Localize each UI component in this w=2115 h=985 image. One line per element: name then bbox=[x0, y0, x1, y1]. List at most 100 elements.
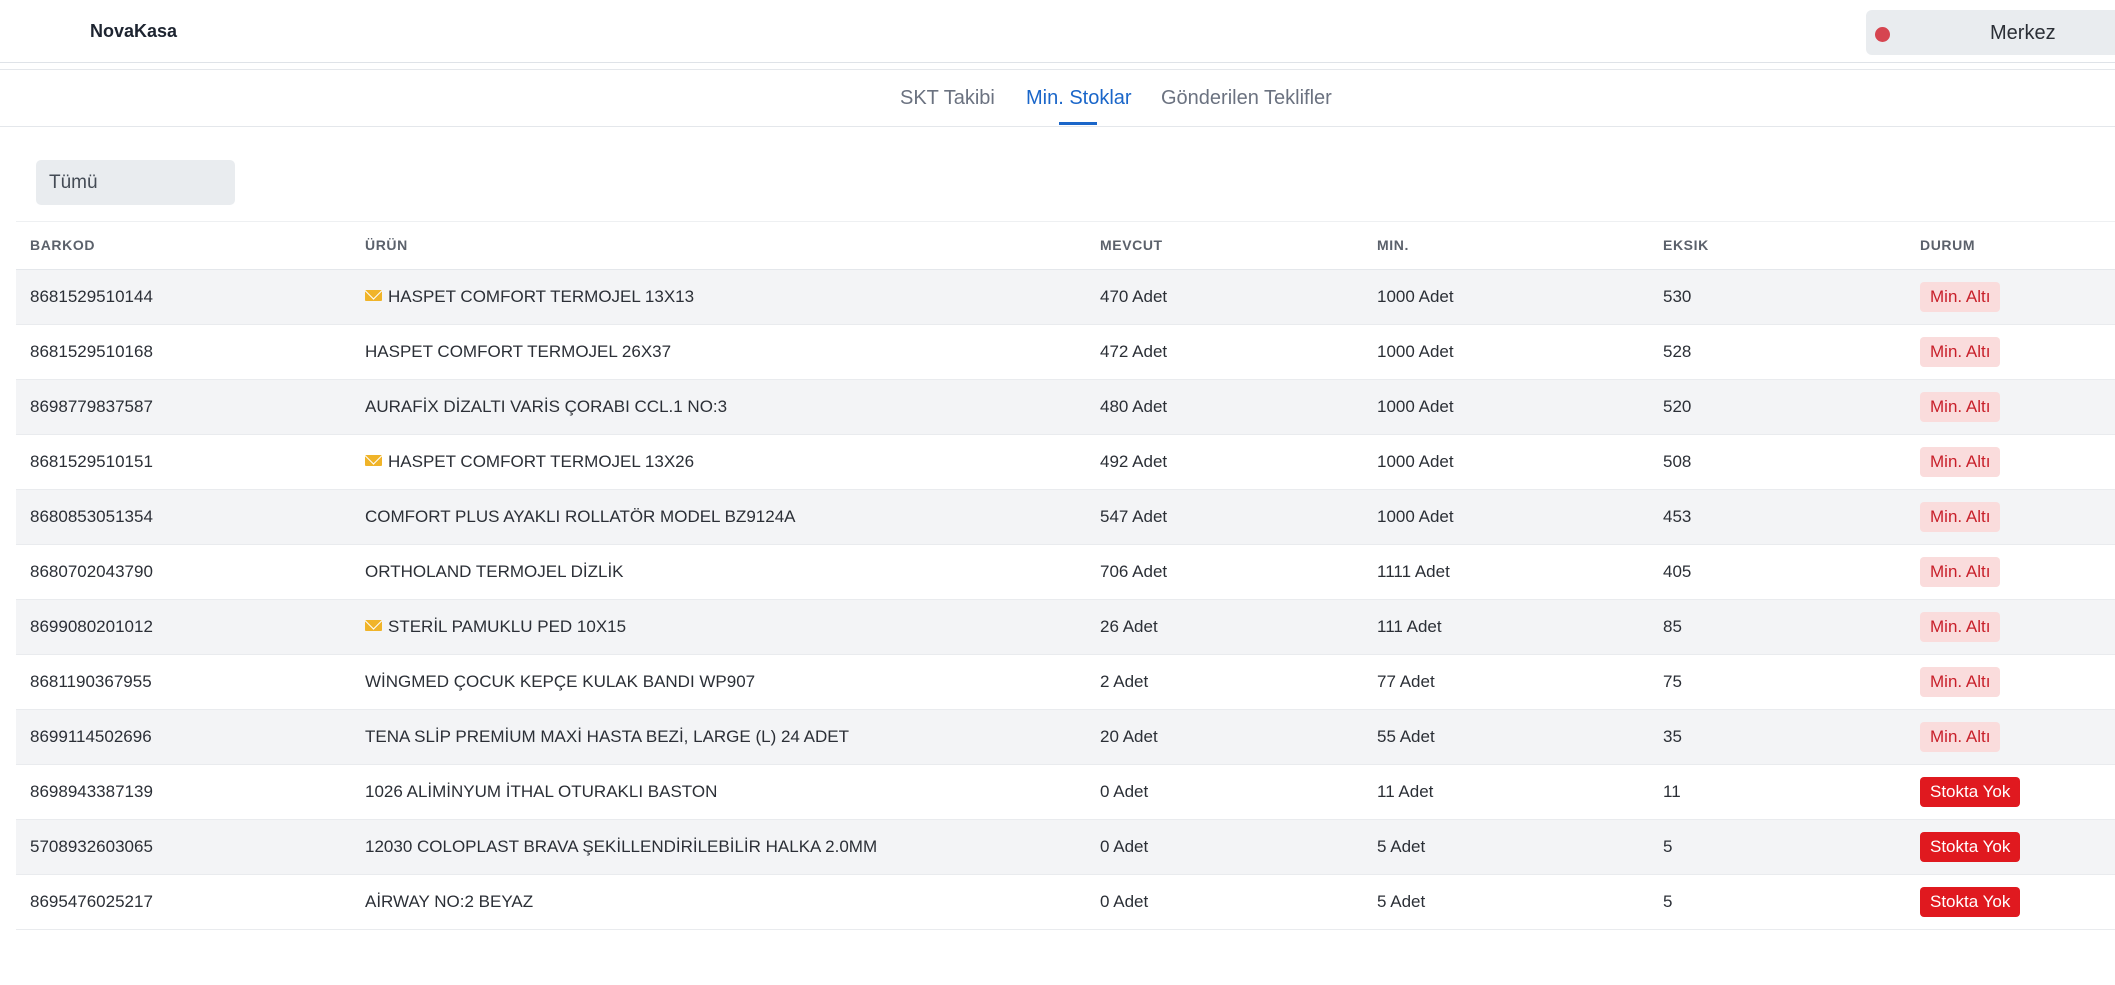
table-row[interactable]: 8681190367955 WİNGMED ÇOCUK KEPÇE KULAK B… bbox=[16, 655, 2115, 710]
status-badge: Min. Altı bbox=[1920, 502, 2001, 532]
min-stock-table: BARKOD ÜRÜN MEVCUT MIN. EKSIK DURUM 8681… bbox=[16, 221, 2115, 930]
min-stock-cell: 1000 Adet bbox=[1377, 287, 1454, 306]
table-row[interactable]: 8698779837587 AURAFİX DİZALTI VARİS ÇORAB… bbox=[16, 380, 2115, 435]
product-cell: 12030 COLOPLAST BRAVA ŞEKİLLENDİRİLEBİLİ… bbox=[365, 837, 877, 857]
current-stock-cell: 0 Adet bbox=[1100, 837, 1149, 856]
barcode-cell: 8695476025217 bbox=[30, 892, 153, 911]
missing-qty-cell: 75 bbox=[1663, 672, 1682, 691]
barcode-cell: 8699080201012 bbox=[30, 617, 153, 636]
branch-label: Merkez bbox=[1990, 22, 2056, 44]
status-filter-select[interactable]: Tümü bbox=[36, 160, 235, 205]
current-stock-cell: 0 Adet bbox=[1100, 782, 1149, 801]
barcode-cell: 8698779837587 bbox=[30, 397, 153, 416]
status-cell: Stokta Yok bbox=[1920, 887, 2021, 917]
missing-qty-cell: 11 bbox=[1663, 782, 1681, 801]
status-cell: Min. Altı bbox=[1920, 612, 2001, 642]
product-name: AİRWAY NO:2 BEYAZ bbox=[365, 892, 534, 911]
product-name: 12030 COLOPLAST BRAVA ŞEKİLLENDİRİLEBİLİ… bbox=[365, 837, 878, 856]
table-row[interactable]: 8681529510168 HASPET COMFORT TERMOJEL 26X… bbox=[16, 325, 2115, 380]
header-barkod[interactable]: BARKOD bbox=[30, 237, 95, 253]
product-cell: WİNGMED ÇOCUK KEPÇE KULAK BANDI WP907 bbox=[365, 672, 755, 692]
current-stock-cell: 492 Adet bbox=[1100, 452, 1168, 471]
product-name: COMFORT PLUS AYAKLI ROLLATÖR MODEL BZ912… bbox=[365, 507, 796, 526]
tab-skt-takibi[interactable]: SKT Takibi bbox=[900, 87, 995, 110]
status-cell: Stokta Yok bbox=[1920, 777, 2021, 807]
status-badge: Min. Altı bbox=[1920, 337, 2001, 367]
min-stock-cell: 1111 Adet bbox=[1377, 562, 1450, 581]
status-badge: Stokta Yok bbox=[1920, 777, 2021, 807]
header-eksik[interactable]: EKSIK bbox=[1663, 237, 1709, 253]
table-row[interactable]: 5708932603065 12030 COLOPLAST BRAVA ŞEKİL… bbox=[16, 820, 2115, 875]
product-name: HASPET COMFORT TERMOJEL 26X37 bbox=[365, 342, 672, 361]
table-row[interactable]: 8699080201012 STERİL PAMUKLU PED 10X15 26 … bbox=[16, 600, 2115, 655]
product-name: HASPET COMFORT TERMOJEL 13X26 bbox=[388, 452, 695, 471]
current-stock-cell: 26 Adet bbox=[1100, 617, 1158, 636]
table-row[interactable]: 8695476025217 AİRWAY NO:2 BEYAZ 0 Adet 5 Ad… bbox=[16, 875, 2115, 930]
status-badge: Min. Altı bbox=[1920, 447, 2001, 477]
min-stock-cell: 1000 Adet bbox=[1377, 452, 1454, 471]
min-stock-cell: 1000 Adet bbox=[1377, 342, 1454, 361]
product-name: 1026 ALİMİNYUM İTHAL OTURAKLI BASTON bbox=[365, 782, 718, 801]
table-row[interactable]: 8680853051354 COMFORT PLUS AYAKLI ROLLATÖ… bbox=[16, 490, 2115, 545]
product-name: TENA SLİP PREMİUM MAXİ HASTA BEZİ, LARGE… bbox=[365, 727, 850, 746]
status-badge: Min. Altı bbox=[1920, 392, 2001, 422]
header-durum[interactable]: DURUM bbox=[1920, 237, 1975, 253]
min-stock-cell: 111 Adet bbox=[1377, 617, 1442, 636]
missing-qty-cell: 528 bbox=[1663, 342, 1692, 361]
status-cell: Min. Altı bbox=[1920, 667, 2001, 697]
brand-name: NovaKasa bbox=[90, 21, 178, 41]
current-stock-cell: 470 Adet bbox=[1100, 287, 1168, 306]
table-row[interactable]: 8698943387139 1026 ALİMİNYUM İTHAL OTURAK… bbox=[16, 765, 2115, 820]
barcode-cell: 8680702043790 bbox=[30, 562, 153, 581]
status-badge: Stokta Yok bbox=[1920, 887, 2021, 917]
product-cell: HASPET COMFORT TERMOJEL 13X13 bbox=[365, 287, 694, 307]
barcode-cell: 8681529510151 bbox=[30, 452, 153, 471]
barcode-cell: 8698943387139 bbox=[30, 782, 153, 801]
product-cell: AURAFİX DİZALTI VARİS ÇORABI CCL.1 NO:3 bbox=[365, 397, 727, 417]
min-stock-cell: 55 Adet bbox=[1377, 727, 1435, 746]
tab-bar: SKT Takibi Min. Stoklar Gönderilen Tekli… bbox=[0, 69, 2115, 127]
product-name: STERİL PAMUKLU PED 10X15 bbox=[388, 617, 627, 636]
table-row[interactable]: 8681529510151 HASPET COMFORT TERMOJEL 13X… bbox=[16, 435, 2115, 490]
filter-selected-value: Tümü bbox=[49, 172, 98, 193]
status-cell: Min. Altı bbox=[1920, 557, 2001, 587]
status-cell: Min. Altı bbox=[1920, 447, 2001, 477]
barcode-cell: 5708932603065 bbox=[30, 837, 153, 856]
status-cell: Min. Altı bbox=[1920, 337, 2001, 367]
missing-qty-cell: 5 bbox=[1663, 892, 1673, 911]
product-name: WİNGMED ÇOCUK KEPÇE KULAK BANDI WP907 bbox=[365, 672, 756, 691]
missing-qty-cell: 453 bbox=[1663, 507, 1692, 526]
table-row[interactable]: 8681529510144 HASPET COMFORT TERMOJEL 13X… bbox=[16, 270, 2115, 325]
envelope-icon bbox=[365, 290, 382, 301]
current-stock-cell: 547 Adet bbox=[1100, 507, 1168, 526]
top-bar: NovaKasa Merkez bbox=[0, 0, 2115, 63]
product-name: ORTHOLAND TERMOJEL DİZLİK bbox=[365, 562, 624, 581]
table-row[interactable]: 8680702043790 ORTHOLAND TERMOJEL DİZLİK 70… bbox=[16, 545, 2115, 600]
status-badge: Stokta Yok bbox=[1920, 832, 2021, 862]
current-stock-cell: 2 Adet bbox=[1100, 672, 1149, 691]
barcode-cell: 8699114502696 bbox=[30, 727, 152, 746]
current-stock-cell: 20 Adet bbox=[1100, 727, 1158, 746]
barcode-cell: 8681529510144 bbox=[30, 287, 153, 306]
tab-min-stoklar[interactable]: Min. Stoklar bbox=[1026, 87, 1132, 110]
product-cell: TENA SLİP PREMİUM MAXİ HASTA BEZİ, LARGE… bbox=[365, 727, 849, 747]
branch-selector[interactable]: Merkez bbox=[1866, 10, 2115, 55]
missing-qty-cell: 405 bbox=[1663, 562, 1692, 581]
header-min[interactable]: MIN. bbox=[1377, 237, 1409, 253]
product-name: AURAFİX DİZALTI VARİS ÇORABI CCL.1 NO:3 bbox=[365, 397, 728, 416]
min-stock-cell: 77 Adet bbox=[1377, 672, 1435, 691]
header-mevcut[interactable]: MEVCUT bbox=[1100, 237, 1163, 253]
min-stock-cell: 1000 Adet bbox=[1377, 397, 1454, 416]
tab-gonderilen-teklifler[interactable]: Gönderilen Teklifler bbox=[1161, 87, 1332, 110]
status-badge: Min. Altı bbox=[1920, 667, 2001, 697]
status-cell: Stokta Yok bbox=[1920, 832, 2021, 862]
table-row[interactable]: 8699114502696 TENA SLİP PREMİUM MAXİ HAST… bbox=[16, 710, 2115, 765]
current-stock-cell: 472 Adet bbox=[1100, 342, 1168, 361]
barcode-cell: 8680853051354 bbox=[30, 507, 153, 526]
missing-qty-cell: 5 bbox=[1663, 837, 1673, 856]
min-stock-cell: 5 Adet bbox=[1377, 892, 1426, 911]
product-cell: ORTHOLAND TERMOJEL DİZLİK bbox=[365, 562, 624, 582]
current-stock-cell: 706 Adet bbox=[1100, 562, 1168, 581]
header-urun[interactable]: ÜRÜN bbox=[365, 237, 408, 253]
status-badge: Min. Altı bbox=[1920, 557, 2001, 587]
